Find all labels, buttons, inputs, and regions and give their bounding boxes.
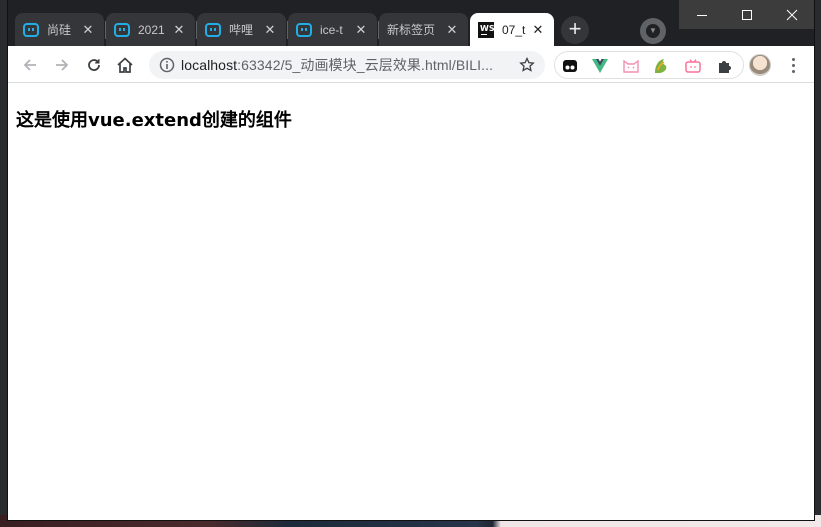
tab-title: 07_t	[502, 22, 526, 37]
tab-2[interactable]: 哔哩 ✕	[197, 13, 286, 46]
tab-title: 尚硅	[47, 23, 72, 37]
bilibili-tv-icon[interactable]	[684, 57, 702, 75]
extensions-area	[554, 51, 744, 79]
address-bar[interactable]: localhost:63342/5_动画模块_云层效果.html/BILI...	[149, 51, 545, 79]
tab-title: 新标签页	[387, 23, 436, 37]
menu-dot	[791, 69, 795, 73]
info-icon[interactable]	[153, 51, 181, 79]
menu-dot	[791, 63, 795, 67]
close-icon[interactable]: ✕	[171, 22, 187, 38]
browser-window: 尚硅 ✕ 2021 ✕ 哔哩 ✕ ice-t ✕ 新标签页 ✕ WS 07_t …	[8, 0, 814, 520]
tab-title: 2021	[138, 22, 165, 37]
maximize-icon	[741, 9, 752, 20]
bilibili-icon	[23, 22, 39, 38]
minimize-icon	[696, 14, 707, 16]
green-extension-icon[interactable]	[652, 57, 670, 75]
vue-devtools-icon[interactable]	[591, 57, 609, 75]
close-icon[interactable]: ✕	[80, 22, 96, 38]
close-icon[interactable]: ✕	[530, 22, 546, 38]
url-text[interactable]: localhost:63342/5_动画模块_云层效果.html/BILI...	[181, 55, 513, 75]
close-icon[interactable]: ✕	[262, 22, 278, 38]
close-icon[interactable]: ✕	[444, 22, 460, 38]
profile-avatar[interactable]	[749, 54, 771, 76]
page-heading: 这是使用vue.extend创建的组件	[16, 110, 292, 131]
tab-1[interactable]: 2021 ✕	[106, 13, 195, 46]
reload-icon	[88, 59, 100, 71]
tab-3[interactable]: ice-t ✕	[288, 13, 377, 46]
bilibili-icon	[205, 22, 221, 38]
browser-menu-button[interactable]	[780, 52, 806, 78]
tab-title: 哔哩	[229, 23, 254, 37]
puzzle-icon[interactable]	[716, 57, 734, 75]
minimize-button[interactable]	[679, 0, 724, 29]
arrow-left-icon	[23, 59, 36, 71]
url-host: localhost	[181, 57, 238, 73]
page-viewport: 这是使用vue.extend创建的组件	[8, 84, 814, 520]
tab-0[interactable]: 尚硅 ✕	[15, 13, 104, 46]
new-tab-button[interactable]: +	[561, 16, 589, 44]
tab-4[interactable]: 新标签页 ✕	[379, 13, 468, 46]
tampermonkey-icon[interactable]	[561, 57, 579, 75]
tab-search-button[interactable]: ▼	[640, 18, 666, 44]
home-icon	[117, 57, 133, 73]
tab-strip: 尚硅 ✕ 2021 ✕ 哔哩 ✕ ice-t ✕ 新标签页 ✕ WS 07_t …	[8, 0, 814, 46]
url-path: :63342/5_动画模块_云层效果.html/BILI...	[237, 57, 494, 73]
close-window-button[interactable]	[769, 0, 814, 29]
forward-button[interactable]	[49, 52, 75, 78]
bilibili-icon	[114, 22, 130, 38]
chevron-down-icon: ▼	[646, 24, 660, 38]
tab-active[interactable]: WS 07_t ✕	[470, 13, 554, 46]
bilibili-icon	[296, 22, 312, 38]
close-window-icon	[786, 9, 797, 20]
home-button[interactable]	[112, 52, 138, 78]
cat-icon[interactable]	[622, 57, 640, 75]
arrow-right-icon	[56, 59, 69, 71]
bookmark-star-icon[interactable]	[513, 51, 541, 79]
reload-button[interactable]	[81, 52, 107, 78]
menu-dot	[791, 57, 795, 61]
close-icon[interactable]: ✕	[353, 22, 369, 38]
webstorm-icon: WS	[478, 21, 495, 38]
back-button[interactable]	[17, 52, 43, 78]
browser-toolbar: localhost:63342/5_动画模块_云层效果.html/BILI...	[8, 46, 814, 83]
tab-title: ice-t	[320, 22, 343, 37]
maximize-button[interactable]	[724, 0, 769, 29]
